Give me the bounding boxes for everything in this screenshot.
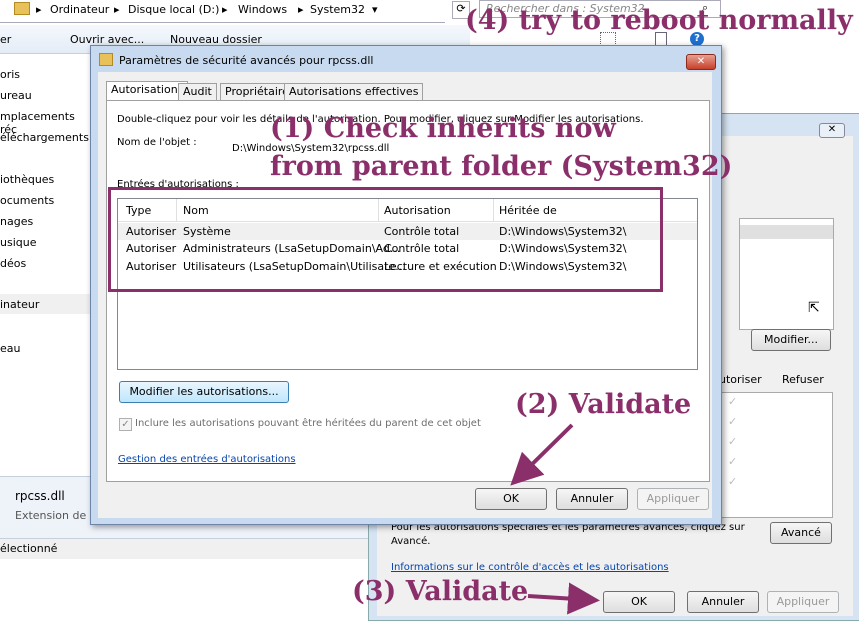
annotation-arrows [510, 423, 600, 615]
arrow-step2 [510, 423, 574, 486]
arrow-step3 [527, 582, 600, 615]
